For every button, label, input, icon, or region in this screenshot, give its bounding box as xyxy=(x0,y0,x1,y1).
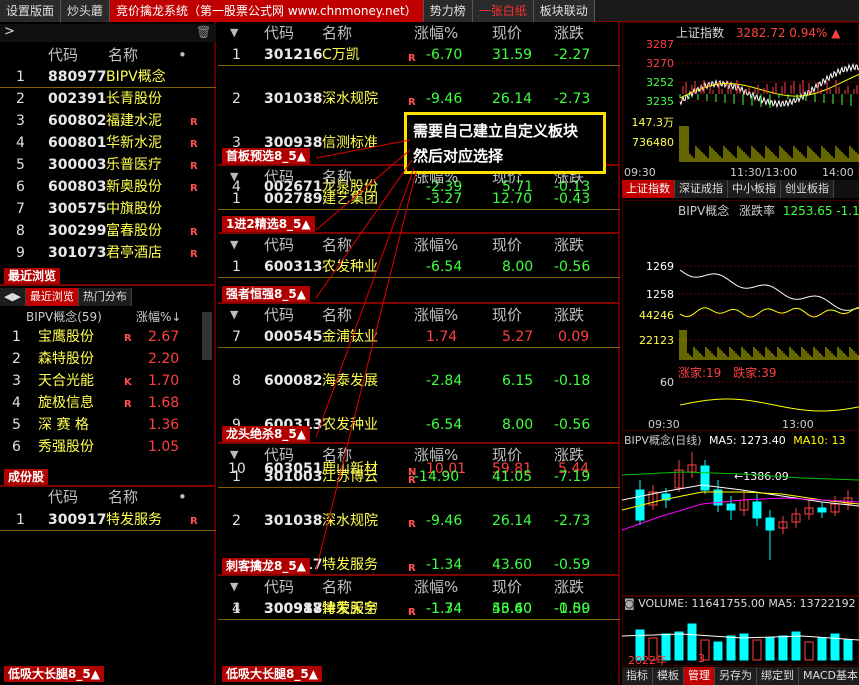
right-panel: 3287 3270 3252 3235 147.3万 736480 09:30 11:30/1… xyxy=(622,22,859,685)
candle-body xyxy=(752,501,762,519)
tab-1[interactable]: 模板 xyxy=(653,667,684,685)
volume-header: ◙ VOLUME: 11641755.00 MA5: 13722192 xyxy=(624,597,856,610)
volume-bar xyxy=(843,639,853,661)
tab-2[interactable]: 管理 xyxy=(684,667,715,685)
right-bottom-tabs: 指标 模板 管理 另存为 绑定到 MACD基本 xyxy=(622,667,859,685)
price-tick: 3252 xyxy=(646,76,674,89)
time-tick: 14:00 xyxy=(822,166,854,179)
ma5-value: MA5: 1273.40 xyxy=(709,434,786,447)
index-chart-header: 上证指数 3282.72 0.94% ▲ xyxy=(676,24,840,41)
tab-0[interactable]: 指标 xyxy=(622,667,653,685)
kline-frame xyxy=(622,430,859,596)
year-label: 2022年 xyxy=(628,654,667,667)
candle-body xyxy=(817,507,827,513)
tab-0[interactable]: 上证指数 xyxy=(622,180,675,198)
volume-bar xyxy=(726,635,736,661)
tab-5[interactable]: MACD基本 xyxy=(799,667,859,685)
volume-tick: 736480 xyxy=(632,136,674,149)
axis-tick: 22123 xyxy=(639,334,674,347)
candle-body xyxy=(765,517,775,531)
volume-settings-icon[interactable]: ◙ xyxy=(624,597,635,610)
up-count: 涨家:19 xyxy=(678,366,722,380)
tab-3[interactable]: 创业板指 xyxy=(781,180,834,198)
axis-tick: 1269 xyxy=(646,260,674,273)
down-count: 跌家:39 xyxy=(733,366,777,380)
axis-tick: 44246 xyxy=(639,309,674,322)
sector-chart-title: BIPV概念 xyxy=(678,204,730,218)
time-tick: 09:30 xyxy=(624,166,656,179)
index-intraday-chart[interactable]: 3287 3270 3252 3235 147.3万 736480 09:30 11:30/1… xyxy=(622,22,859,182)
sector-chart-header: BIPV概念 涨跌率 1253.65 -1.19% xyxy=(678,202,859,219)
axis-tick: 60 xyxy=(660,376,674,389)
price-tick: 3235 xyxy=(646,95,674,108)
price-tick: 3270 xyxy=(646,57,674,70)
volume-bar xyxy=(765,637,775,661)
tab-2[interactable]: 中小板指 xyxy=(728,180,781,198)
candle-body xyxy=(726,503,736,511)
sector-rate-label: 涨跌率 xyxy=(739,204,776,218)
month-label: 3 xyxy=(698,652,705,665)
ma10-value: MA10: 13 xyxy=(793,434,846,447)
sector-rate-value: 1253.65 -1.19% xyxy=(782,204,859,218)
tab-4[interactable]: 绑定到 xyxy=(757,667,799,685)
kline-header: BIPV概念(日线) MA5: 1273.40 MA10: 13 xyxy=(624,432,845,448)
up-down-counts: 涨家:19 跌家:39 xyxy=(678,364,776,381)
volume-bar xyxy=(778,635,788,661)
index-title: 上证指数 xyxy=(676,26,725,40)
time-tick: 11:30/13:00 xyxy=(730,166,797,179)
candle-body xyxy=(700,465,710,491)
volume-bar xyxy=(674,631,684,661)
kline-title: BIPV概念(日线) xyxy=(624,434,702,447)
volume-bar xyxy=(817,637,827,661)
index-values: 3282.72 0.94% ▲ xyxy=(735,26,841,40)
volume-bar xyxy=(687,623,697,661)
volume-bar xyxy=(713,641,723,661)
tab-3[interactable]: 另存为 xyxy=(715,667,757,685)
volume-tick: 147.3万 xyxy=(632,116,675,129)
daily-kline-chart[interactable]: ←1386.09 xyxy=(622,430,859,596)
volume-text: VOLUME: 11641755.00 MA5: 13722192 xyxy=(638,597,856,610)
price-tick: 3287 xyxy=(646,38,674,51)
index-tabs: 上证指数 深证成指 中小板指 创业板指 xyxy=(622,180,859,198)
sector-intraday-chart[interactable]: 1269125844246221236009:30 13:00 xyxy=(622,200,859,432)
axis-tick: 1258 xyxy=(646,288,674,301)
tab-1[interactable]: 深证成指 xyxy=(675,180,728,198)
